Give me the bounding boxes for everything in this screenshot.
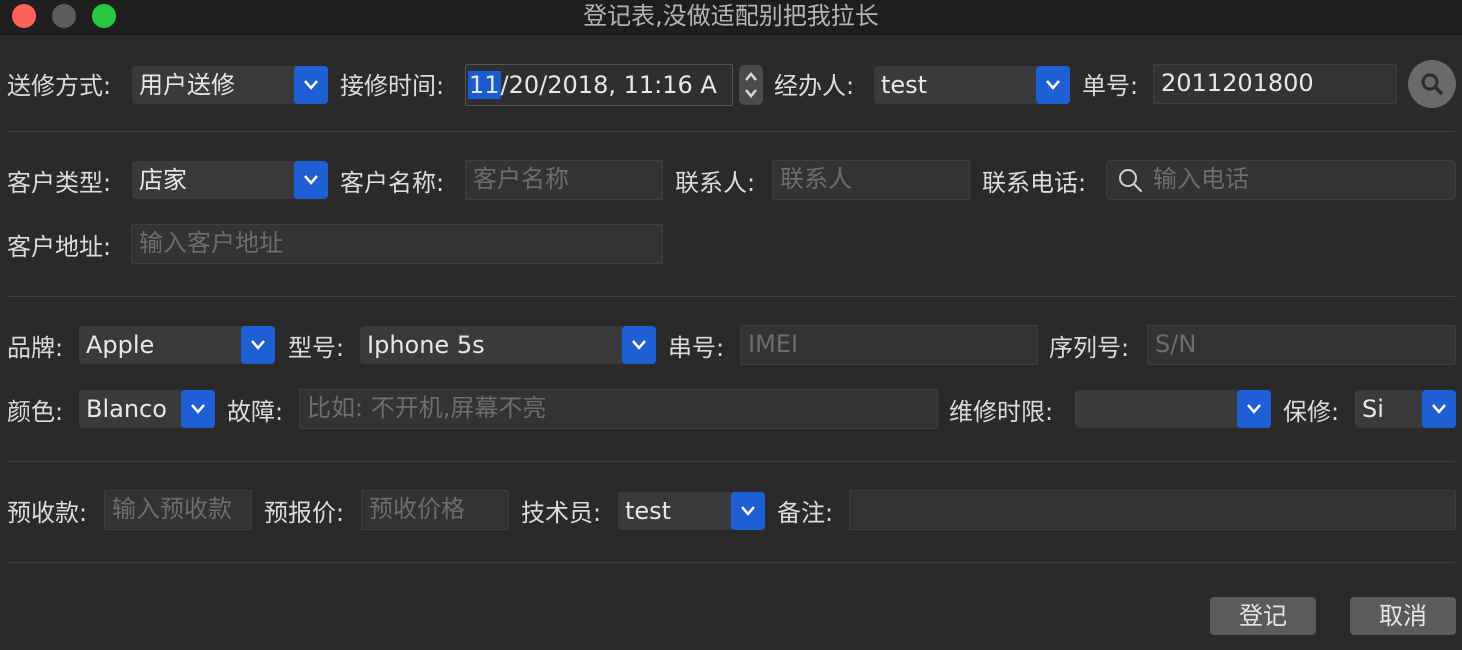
note-input[interactable] <box>849 490 1456 530</box>
receive-time-field[interactable]: 11/20/2018, 11:16 A <box>465 64 733 106</box>
color-select[interactable]: Blanco <box>79 390 215 428</box>
phone-search-field[interactable]: 输入电话 <box>1106 160 1456 200</box>
chevron-down-icon <box>294 66 328 104</box>
chevron-down-icon <box>731 492 765 530</box>
model-value: Iphone 5s <box>367 331 485 359</box>
contact-placeholder: 联系人 <box>780 165 852 193</box>
customer-type-value: 店家 <box>139 166 187 194</box>
order-number-value: 2011201800 <box>1161 69 1314 97</box>
search-order-button[interactable] <box>1408 60 1456 108</box>
contact-label: 联系人: <box>675 169 756 197</box>
imei-label: 串号: <box>668 334 725 362</box>
customer-name-label: 客户名称: <box>340 169 445 197</box>
handler-value: test <box>881 71 928 99</box>
chevron-down-icon <box>294 161 328 199</box>
quote-placeholder: 预收价格 <box>369 495 465 523</box>
customer-address-label: 客户地址: <box>7 233 112 261</box>
title-bar: 登记表,没做适配别把我拉长 <box>0 0 1462 35</box>
fault-label: 故障: <box>227 398 284 426</box>
chevron-down-icon <box>1422 390 1456 428</box>
warranty-label: 保修: <box>1283 398 1340 426</box>
section-divider <box>7 296 1455 297</box>
handler-select[interactable]: test <box>874 66 1070 104</box>
chevron-down-icon <box>1036 66 1070 104</box>
magnifier-icon <box>1421 73 1443 95</box>
customer-name-input[interactable]: 客户名称 <box>465 160 663 200</box>
serial-number-placeholder: S/N <box>1155 330 1197 358</box>
service-method-label: 送修方式: <box>7 72 112 100</box>
customer-type-label: 客户类型: <box>7 169 112 197</box>
quote-label: 预报价: <box>264 499 345 527</box>
technician-label: 技术员: <box>521 499 602 527</box>
customer-address-input[interactable]: 输入客户地址 <box>131 224 663 264</box>
receive-time-stepper[interactable] <box>739 65 763 105</box>
cancel-button[interactable]: 取消 <box>1350 597 1456 635</box>
chevron-down-icon <box>1237 390 1271 428</box>
serial-number-label: 序列号: <box>1049 334 1130 362</box>
imei-placeholder: IMEI <box>748 330 799 358</box>
order-number-field[interactable]: 2011201800 <box>1153 64 1397 104</box>
repair-deadline-select[interactable] <box>1075 390 1271 428</box>
prepayment-placeholder: 输入预收款 <box>112 495 232 523</box>
brand-label: 品牌: <box>7 334 64 362</box>
prepayment-input[interactable]: 输入预收款 <box>104 490 252 530</box>
order-number-label: 单号: <box>1082 72 1139 100</box>
receive-time-month-segment[interactable]: 11 <box>468 71 501 99</box>
warranty-select[interactable]: Si <box>1355 390 1456 428</box>
customer-type-select[interactable]: 店家 <box>132 161 328 199</box>
receive-time-rest: /20/2018, 11:16 A <box>500 71 717 99</box>
brand-select[interactable]: Apple <box>79 326 275 364</box>
model-label: 型号: <box>288 334 345 362</box>
repair-deadline-label: 维修时限: <box>949 398 1054 426</box>
section-divider <box>7 131 1455 132</box>
handler-label: 经办人: <box>774 72 855 100</box>
register-button[interactable]: 登记 <box>1210 597 1316 635</box>
color-label: 颜色: <box>7 398 64 426</box>
phone-placeholder: 输入电话 <box>1153 165 1249 193</box>
chevron-down-icon <box>241 326 275 364</box>
stepper-icon <box>745 72 757 98</box>
technician-select[interactable]: test <box>618 492 765 530</box>
customer-address-placeholder: 输入客户地址 <box>139 229 283 257</box>
imei-input[interactable]: IMEI <box>740 325 1038 365</box>
chevron-down-icon <box>622 326 656 364</box>
customer-name-placeholder: 客户名称 <box>473 165 569 193</box>
section-divider <box>7 461 1455 462</box>
fault-input[interactable]: 比如: 不开机,屏幕不亮 <box>299 389 938 429</box>
window-title: 登记表,没做适配别把我拉长 <box>583 2 879 30</box>
serial-number-input[interactable]: S/N <box>1147 325 1456 365</box>
brand-value: Apple <box>86 331 155 359</box>
search-icon <box>1119 169 1143 193</box>
service-method-select[interactable]: 用户送修 <box>132 66 328 104</box>
chevron-down-icon <box>181 390 215 428</box>
contact-input[interactable]: 联系人 <box>772 160 970 200</box>
model-select[interactable]: Iphone 5s <box>360 326 656 364</box>
note-label: 备注: <box>777 499 834 527</box>
phone-label: 联系电话: <box>982 169 1087 197</box>
service-method-value: 用户送修 <box>139 71 235 99</box>
prepayment-label: 预收款: <box>7 499 88 527</box>
color-value: Blanco <box>86 395 167 423</box>
warranty-value: Si <box>1362 395 1384 423</box>
quote-input[interactable]: 预收价格 <box>361 490 509 530</box>
fault-placeholder: 比如: 不开机,屏幕不亮 <box>307 394 547 422</box>
receive-time-label: 接修时间: <box>340 72 445 100</box>
section-divider <box>7 562 1455 563</box>
technician-value: test <box>625 497 672 525</box>
